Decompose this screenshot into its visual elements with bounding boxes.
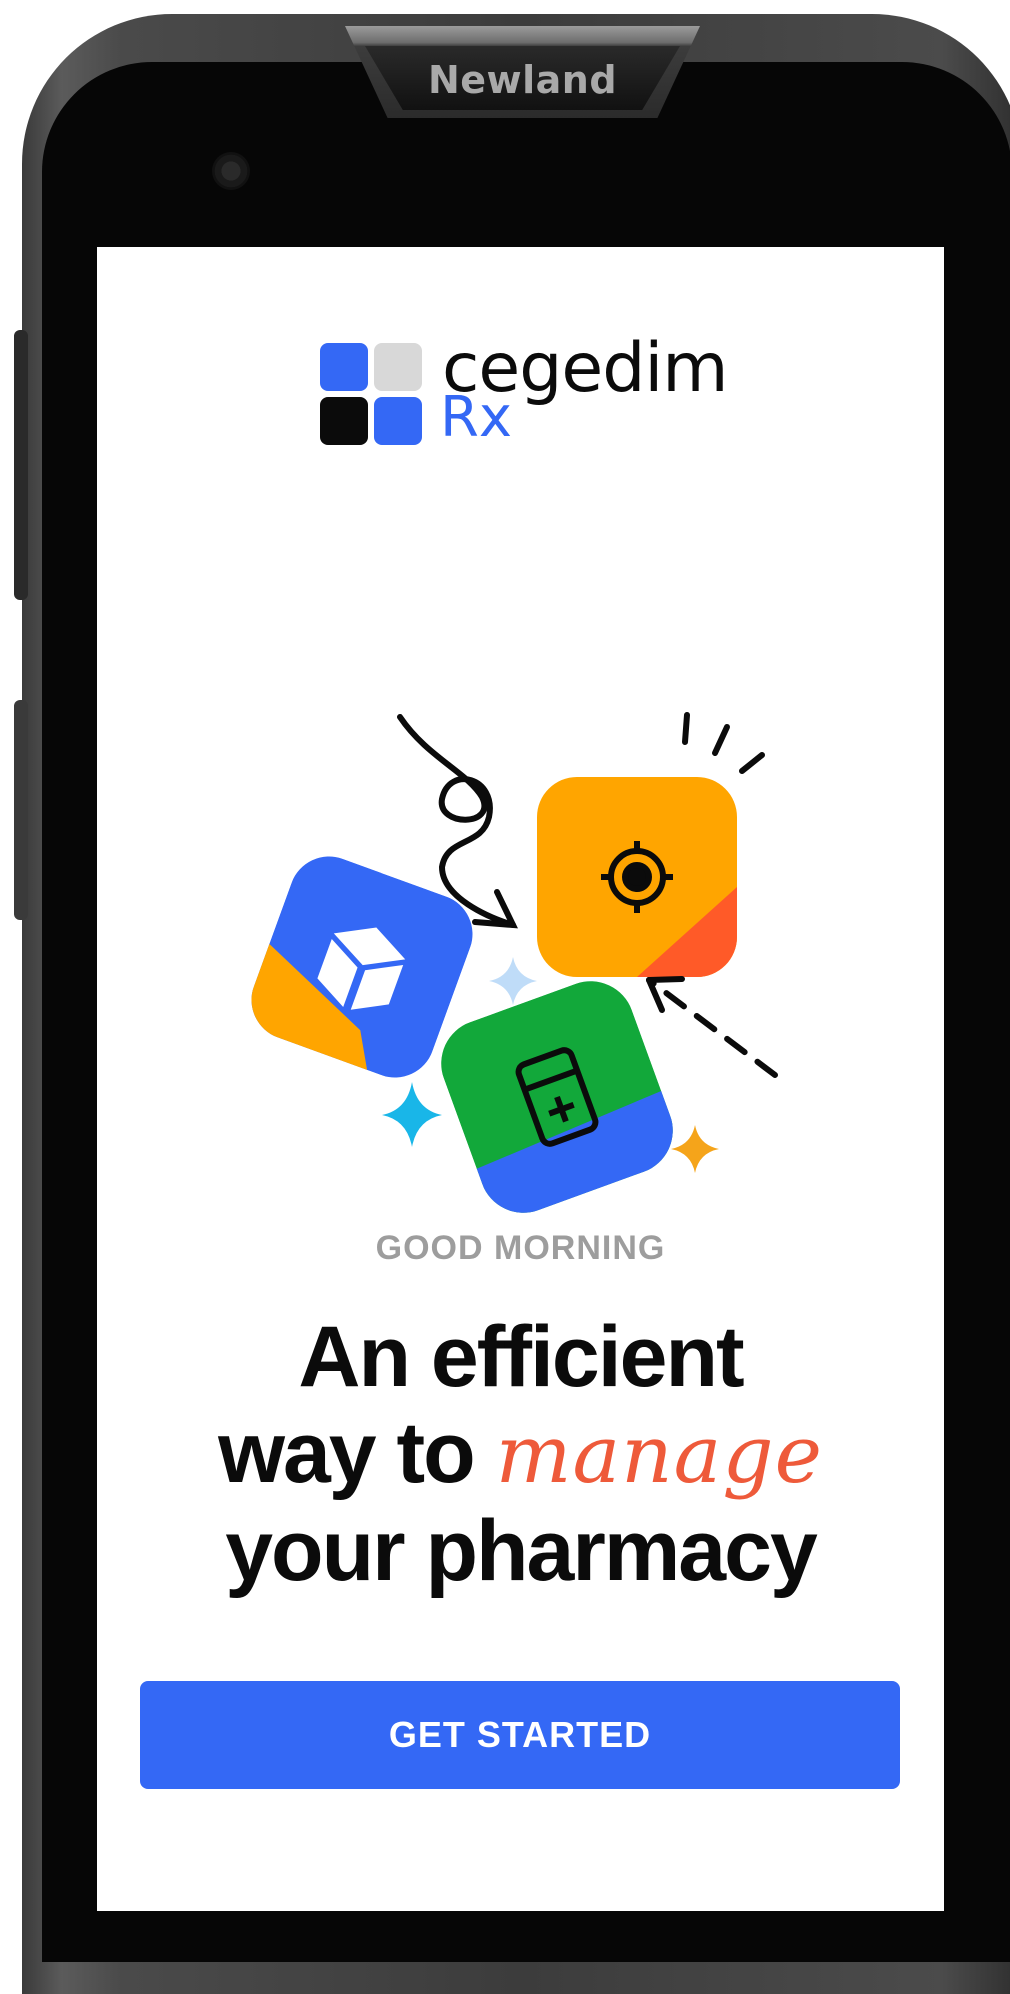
- headline-line-1: An efficient: [298, 1309, 744, 1405]
- logo-square-blue-bottom: [374, 397, 422, 445]
- front-camera: [212, 152, 250, 190]
- sparkle-cyan: [382, 1082, 442, 1147]
- logo-product-name: Rx: [440, 385, 513, 450]
- target-tile: [537, 777, 737, 977]
- headline-line-2: way to manage: [97, 1405, 944, 1503]
- volume-key: [14, 330, 28, 600]
- get-started-button[interactable]: GET STARTED: [140, 1681, 900, 1789]
- sparkle-light-blue: [489, 957, 537, 1005]
- motion-lines: [682, 712, 765, 774]
- headline-line-3: your pharmacy: [225, 1503, 818, 1599]
- device-brand-label: Newland: [427, 58, 618, 102]
- dashed-arrow: [646, 976, 778, 1078]
- medicine-tile: [428, 968, 686, 1226]
- logo-square-grey: [374, 343, 422, 391]
- logo-square-black: [320, 397, 368, 445]
- scan-key: [14, 700, 28, 920]
- cegedim-rx-logo: cegedim Rx: [320, 329, 740, 453]
- logo-square-blue-top: [320, 343, 368, 391]
- headline-script-word: manage: [495, 1408, 823, 1501]
- headline: An efficient way to manage your pharmacy: [97, 1309, 944, 1599]
- headline-line-2-prefix: way to: [218, 1405, 476, 1501]
- greeting-label: GOOD MORNING: [375, 1229, 666, 1267]
- earpiece-grille: Newland: [365, 46, 680, 110]
- onboarding-illustration: [240, 712, 778, 1226]
- sparkle-gold: [671, 1125, 719, 1173]
- app-screen: cegedim Rx GOOD MORNING An efficient way…: [97, 247, 944, 1911]
